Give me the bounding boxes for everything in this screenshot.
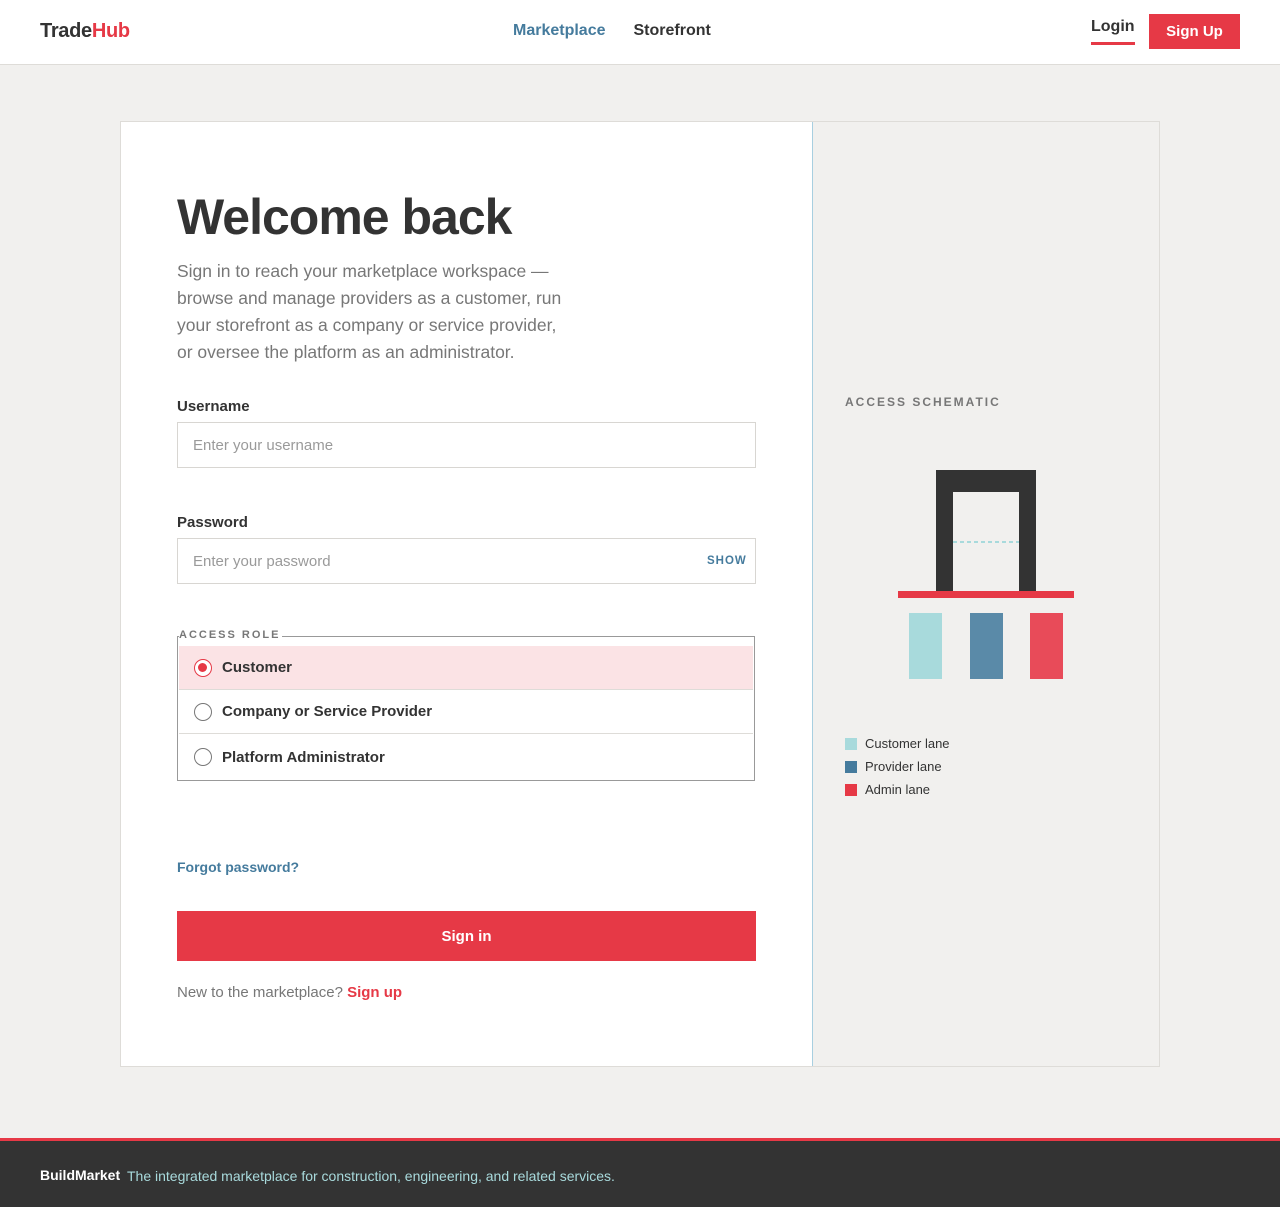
- brand-logo[interactable]: TradeHub: [40, 20, 130, 43]
- nav-link-marketplace[interactable]: Marketplace: [513, 22, 606, 40]
- footer-tagline: The integrated marketplace for construct…: [127, 1168, 615, 1184]
- username-input[interactable]: [177, 422, 756, 468]
- username-label: Username: [177, 398, 250, 415]
- access-role-group: Customer Company or Service Provider Pla…: [177, 636, 755, 781]
- role-label-administrator: Platform Administrator: [222, 748, 385, 766]
- access-role-legend: ACCESS ROLE: [179, 629, 283, 641]
- legend-swatch-admin: [845, 783, 857, 796]
- signup-prompt-text: New to the marketplace?: [177, 984, 343, 1001]
- login-form-panel: Welcome back Sign in to reach your marke…: [121, 122, 813, 1066]
- page-title: Welcome back: [177, 189, 512, 245]
- role-label-customer: Customer: [222, 659, 293, 676]
- legend-label-customer: Customer lane: [865, 736, 950, 751]
- gate-threshold: [898, 591, 1074, 598]
- legend-item-admin: Admin lane: [845, 778, 950, 801]
- page-subtitle: Sign in to reach your marketplace worksp…: [177, 261, 562, 362]
- customer-lane-bar: [909, 613, 942, 679]
- footer-brand: BuildMarket: [40, 1167, 121, 1183]
- signup-prompt: New to the marketplace? Sign up: [177, 984, 402, 1001]
- radio-customer[interactable]: [194, 659, 212, 677]
- main-nav: Marketplace Storefront: [513, 22, 711, 40]
- password-input[interactable]: [177, 538, 756, 584]
- legend-swatch-customer: [845, 737, 857, 750]
- role-option-customer[interactable]: Customer: [179, 646, 753, 690]
- legend-label-provider: Provider lane: [865, 759, 942, 774]
- site-footer: BuildMarket The integrated marketplace f…: [0, 1138, 1280, 1207]
- password-label: Password: [177, 514, 248, 531]
- logo-text-hub: Hub: [91, 20, 130, 42]
- schematic-panel: ACCESS SCHEMATIC Customer lane Provider …: [813, 122, 1159, 1066]
- login-card: Welcome back Sign in to reach your marke…: [120, 121, 1160, 1067]
- nav-link-storefront[interactable]: Storefront: [634, 22, 711, 40]
- schematic-title: ACCESS SCHEMATIC: [845, 395, 1001, 409]
- radio-administrator[interactable]: [194, 748, 212, 766]
- schematic-legend: Customer lane Provider lane Admin lane: [845, 732, 950, 801]
- show-password-button[interactable]: SHOW: [707, 555, 747, 567]
- legend-item-provider: Provider lane: [845, 755, 950, 778]
- legend-label-admin: Admin lane: [865, 782, 931, 797]
- legend-swatch-provider: [845, 760, 857, 773]
- top-navigation-bar: TradeHub Marketplace Storefront Login Si…: [0, 0, 1280, 65]
- provider-lane-bar: [970, 613, 1003, 679]
- signup-button[interactable]: Sign Up: [1149, 14, 1240, 49]
- signup-link[interactable]: Sign up: [347, 984, 402, 1001]
- sign-in-button[interactable]: Sign in: [177, 911, 756, 961]
- access-gate-illustration: [898, 470, 1074, 679]
- role-label-provider: Company or Service Provider: [222, 703, 433, 720]
- role-option-administrator[interactable]: Platform Administrator: [179, 735, 753, 779]
- role-option-provider[interactable]: Company or Service Provider: [179, 690, 753, 734]
- login-link[interactable]: Login: [1091, 18, 1135, 45]
- legend-item-customer: Customer lane: [845, 732, 950, 755]
- forgot-password-link[interactable]: Forgot password?: [177, 859, 299, 875]
- logo-text-trade: Trade: [40, 20, 92, 42]
- radio-provider[interactable]: [194, 703, 212, 721]
- admin-lane-bar: [1030, 613, 1063, 679]
